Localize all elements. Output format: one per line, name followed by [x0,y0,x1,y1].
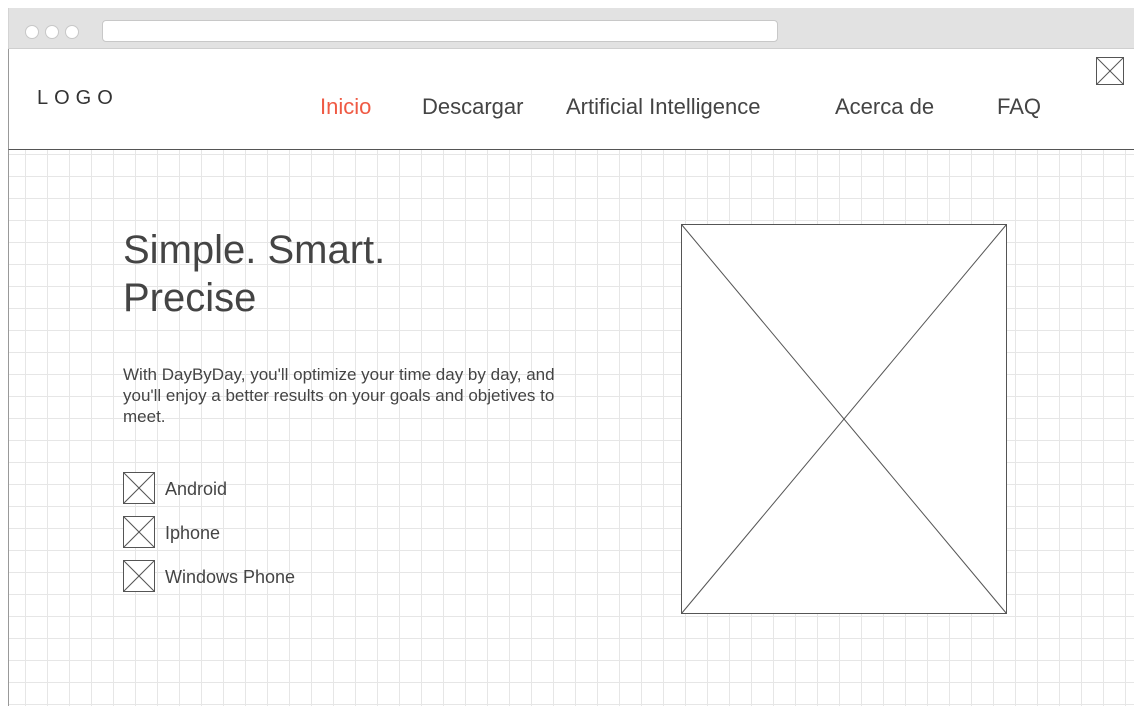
platform-label: Android [165,479,228,499]
window-control-maximize[interactable] [65,25,79,39]
image-placeholder-icon [123,516,155,548]
image-placeholder-icon [123,560,155,592]
platform-label: Iphone [165,523,221,543]
image-placeholder-icon [123,472,155,504]
nav-item-faq[interactable]: FAQ [997,94,1041,120]
browser-toolbar [8,8,1134,49]
nav-item-acerca-de[interactable]: Acerca de [835,94,934,120]
site-header: LOGO Inicio Descargar Artificial Intelli… [8,49,1134,150]
hero-headline-line-2: Precise [123,276,257,320]
nav-item-inicio[interactable]: Inicio [320,94,371,120]
hero-headline-line-1: Simple. Smart. [123,228,386,272]
logo[interactable]: LOGO [37,87,119,110]
window-control-minimize[interactable] [45,25,59,39]
browser-window: LOGO Inicio Descargar Artificial Intelli… [0,0,1134,706]
platform-label: Windows Phone [165,567,296,587]
hero-section: Simple. Smart. Precise With DayByDay, yo… [8,150,1134,706]
close-icon[interactable] [1096,57,1124,85]
nav-item-descargar[interactable]: Descargar [422,94,523,120]
hero-image-placeholder [681,224,1007,614]
nav-item-artificial-intelligence[interactable]: Artificial Intelligence [566,94,760,120]
window-control-close[interactable] [25,25,39,39]
address-bar[interactable] [102,20,778,42]
hero-description: With DayByDay, you'll optimize your time… [123,365,555,426]
hero-headline: Simple. Smart. Precise [123,226,543,322]
